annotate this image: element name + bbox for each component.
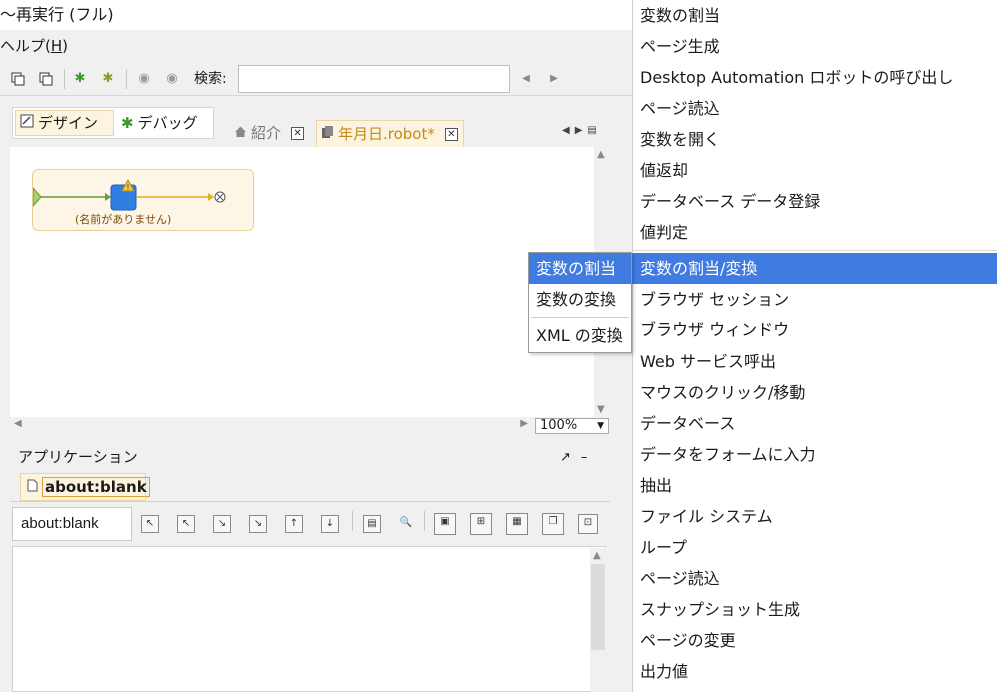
menu-item[interactable]: 出力値 [632,656,997,687]
window-search-icon[interactable]: ⊡ [578,514,598,534]
canvas-horizontal-scrollbar[interactable]: ◀ ▶ [10,417,532,433]
menu-item[interactable]: ループ [632,532,997,563]
menu-item[interactable]: データベース データ登録 [632,186,997,217]
scroll-left-icon[interactable]: ◀ [14,418,22,429]
svg-text:!: ! [126,183,129,192]
browser-view[interactable] [12,546,606,692]
globe-refresh-icon[interactable]: ◉ [164,71,180,87]
scroll-right-icon[interactable]: ▶ [520,418,528,429]
submenu-item[interactable]: 変数の変換 [529,284,631,315]
globe-icon[interactable]: ◉ [136,71,152,87]
zoom-value: 100% [540,418,578,433]
menu-item[interactable]: ブラウザ ウィンドウ [632,314,997,345]
url-field[interactable]: about:blank [12,507,132,541]
search-input[interactable] [238,65,510,93]
windows-icon[interactable]: ❐ [542,513,564,535]
toolbar: ✱ ✱ ◉ ◉ 検索: ◀ ▶ [0,62,632,96]
tab-about-blank-label: about:blank [42,477,150,497]
submenu-item[interactable]: XML の変換 [529,320,631,351]
tab-robot-label: 年月日.robot* [338,124,435,143]
design-icon [20,110,34,136]
toolbar-separator [126,69,127,89]
menu-item-selected[interactable]: 変数の割当/変換 [632,253,997,284]
close-icon[interactable]: ✕ [291,127,305,140]
panel-controls[interactable]: ↗– [560,450,597,465]
step-label: (名前がありません) [75,213,172,226]
menu-item[interactable]: データをフォームに入力 [632,439,997,470]
submenu-item-selected[interactable]: 変数の割当 [529,253,631,284]
menu-bar: ヘルプ(H) [0,30,632,62]
scroll-up-icon[interactable]: ▲ [593,550,601,561]
close-icon[interactable]: ✕ [444,127,458,141]
move-down-icon[interactable]: ↓ [321,515,339,533]
application-panel-title: アプリケーション [18,448,138,466]
menu-help-accel: H [50,37,63,55]
move-up-icon[interactable]: ↑ [285,515,303,533]
copy-icon[interactable] [10,71,26,87]
menu-item[interactable]: Desktop Automation ロボットの呼び出し [632,62,997,93]
scrollbar-thumb[interactable] [591,564,605,650]
zoom-select[interactable]: 100% ▼ [535,418,609,434]
scroll-up-icon[interactable]: ▲ [597,149,605,160]
tab-about-blank[interactable]: about:blank [20,473,150,501]
menu-item[interactable]: 値判定 [632,217,997,248]
menu-help-label: ヘルプ( [0,37,51,55]
menu-item[interactable]: データベース [632,408,997,439]
paste-icon[interactable] [38,71,54,87]
menu-item[interactable]: ページの変更 [632,625,997,656]
menu-item[interactable]: ページ読込 [632,563,997,594]
tab-debug-label: デバッグ [137,114,198,132]
window-title: 〜再実行 (フル) [0,0,632,30]
page-icon [27,474,38,500]
move-down-right-alt-icon[interactable]: ↘ [249,515,267,533]
bug-step-icon[interactable]: ✱ [100,71,116,87]
menu-item[interactable]: ファイル システム [632,501,997,532]
tab-debug[interactable]: ✱ デバッグ [117,110,213,136]
move-up-left-icon[interactable]: ↖ [141,515,159,533]
menu-help-suffix: ) [62,37,68,55]
menu-item[interactable]: ページ生成 [632,31,997,62]
bug-icon: ✱ [121,114,134,132]
mode-bar: デザイン ✱ デバッグ [12,107,214,139]
search-prev-icon[interactable]: ◀ [518,71,534,87]
menu-item[interactable]: スナップショット生成 [632,594,997,625]
menu-item[interactable]: ページ読込 [632,93,997,124]
menu-item[interactable]: 値返却 [632,155,997,186]
chevron-down-icon: ▼ [597,421,604,431]
menu-divider [632,250,997,251]
submenu-divider [531,317,629,318]
scroll-down-icon[interactable]: ▼ [597,404,605,415]
toolbar-separator [352,511,353,531]
move-up-left-alt-icon[interactable]: ↖ [177,515,195,533]
move-down-right-icon[interactable]: ↘ [213,515,231,533]
home-icon [234,121,247,146]
bug-icon[interactable]: ✱ [72,71,88,87]
menu-item[interactable]: 変数を開く [632,124,997,155]
window-icon[interactable]: ▣ [434,513,456,535]
menu-item[interactable]: ブラウザ セッション [632,284,997,315]
menu-item[interactable]: マウスのクリック/移動 [632,377,997,408]
tab-design-label: デザイン [38,114,99,132]
window-add-icon[interactable]: ⊞ [470,513,492,535]
toolbar-separator [64,69,65,89]
robot-file-icon [321,122,334,147]
divider [10,501,610,502]
menu-item[interactable]: 変数の割当 [632,0,997,31]
tab-intro[interactable]: 紹介 ✕ [230,120,314,147]
menu-item[interactable]: 抽出 [632,470,997,501]
window-delete-icon[interactable]: ▦ [506,513,528,535]
search-next-icon[interactable]: ▶ [546,71,562,87]
tab-navigation[interactable]: ◀▶▤ [562,125,602,136]
tab-design[interactable]: デザイン [15,110,114,136]
menu-help[interactable]: ヘルプ(H) [0,37,68,55]
document-icon[interactable]: ▤ [363,515,381,533]
toolbar-separator [424,511,425,531]
tab-intro-label: 紹介 [251,124,282,142]
tab-robot[interactable]: 年月日.robot* ✕ [316,120,464,147]
search-label: 検索: [194,71,227,87]
menu-item[interactable]: Web サービス呼出 [632,346,997,377]
magnifier-icon[interactable]: 🔍 [397,515,415,533]
